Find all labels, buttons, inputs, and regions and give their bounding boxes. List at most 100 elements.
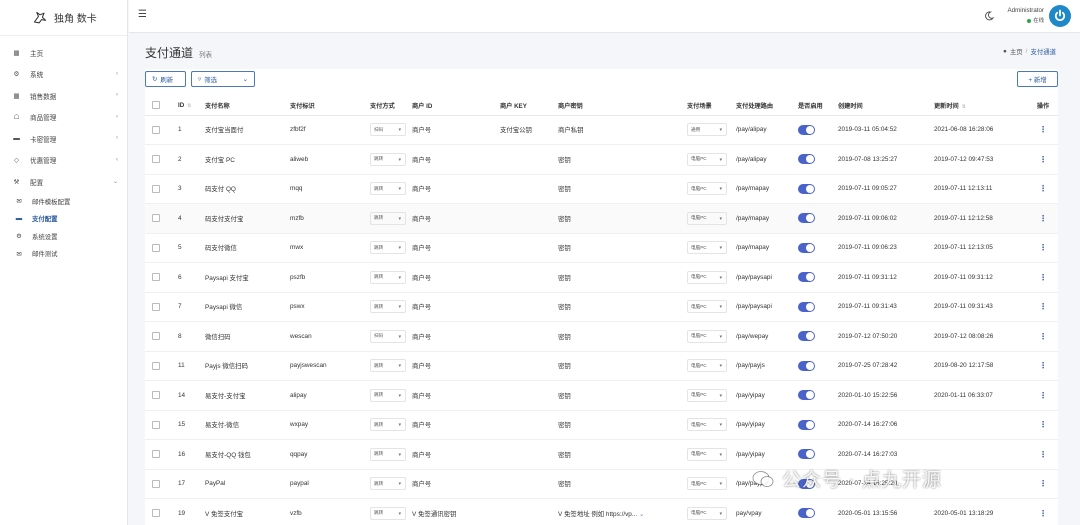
scene-select[interactable]: 电脑PC ▼ [687,388,727,402]
row-checkbox[interactable] [152,361,160,370]
row-select-cell[interactable] [145,262,178,293]
row-select-cell[interactable] [145,203,178,234]
sidebar-item-5[interactable]: ◇ 优惠管理 ‹ [0,150,127,172]
select-all-checkbox[interactable] [152,101,160,110]
row-actions-icon[interactable]: ⋮ [1028,233,1058,263]
sidebar-subitem-3[interactable]: ✉ 邮件测试 [0,245,127,263]
method-select[interactable]: 跳转 ▼ [370,270,406,284]
method-select[interactable]: 跳转 ▼ [370,241,406,255]
scene-select[interactable]: 电脑PC ▼ [687,211,727,225]
row-actions-icon[interactable]: ⋮ [1028,144,1058,175]
enabled-toggle[interactable] [798,419,815,430]
filter-button[interactable]: ▿ 筛选 ⌄ [191,71,255,87]
row-select-cell[interactable] [145,144,178,175]
method-select[interactable]: 扫码 ▼ [370,329,406,343]
sidebar-item-3[interactable]: ☖ 商品管理 ‹ [0,107,127,129]
breadcrumb-home[interactable]: 主页 [1010,47,1023,56]
brand[interactable]: 独角 数卡 [0,0,127,36]
row-select-cell[interactable] [145,321,178,352]
method-select[interactable]: 跳转 ▼ [370,211,406,225]
row-checkbox[interactable] [152,332,160,341]
row-checkbox[interactable] [152,420,160,429]
row-actions-icon[interactable]: ⋮ [1028,380,1058,411]
table-row[interactable]: 14 易支付-支付宝 alipay 跳转 ▼ 商户号 密钥 电脑PC ▼ /pay/yipay 20… [145,380,1058,411]
enabled-toggle[interactable] [798,242,815,253]
enabled-toggle[interactable] [798,154,815,165]
enabled-toggle[interactable] [798,449,815,460]
method-select[interactable]: 跳转 ▼ [370,418,406,432]
row-actions-icon[interactable]: ⋮ [1028,469,1058,499]
row-select-cell[interactable] [145,498,178,525]
method-select[interactable]: 跳转 ▼ [370,506,406,520]
table-row[interactable]: 4 码支付支付宝 mzfb 跳转 ▼ 商户号 密钥 电脑PC ▼ /pay/mapay 2019-0… [145,203,1058,234]
scene-select[interactable]: 电脑PC ▼ [687,182,727,196]
scene-select[interactable]: 电脑PC ▼ [687,300,727,314]
sidebar-item-1[interactable]: ⚙ 系统 ‹ [0,64,127,86]
row-select-cell[interactable] [145,233,178,263]
row-checkbox[interactable] [152,184,160,193]
sidebar-item-6[interactable]: ⚒ 配置 ⌄ [0,171,127,193]
moon-icon[interactable] [984,11,994,21]
table-row[interactable]: 1 支付宝当面付 zfbf2f 扫码 ▼ 商户号 支付宝公钥 商户私钥 通用 ▼ /pay/alip… [145,115,1058,145]
scene-select[interactable]: 电脑PC ▼ [687,418,727,432]
row-select-cell[interactable] [145,469,178,499]
enabled-toggle[interactable] [798,124,815,135]
col-updated[interactable]: 更新时间 ⇅ [934,96,1028,116]
table-row[interactable]: 5 码支付微信 mwx 跳转 ▼ 商户号 密钥 电脑PC ▼ /pay/mapay 2019-07-… [145,233,1058,263]
enabled-toggle[interactable] [798,213,815,224]
row-actions-icon[interactable]: ⋮ [1028,321,1058,352]
table-row[interactable]: 19 V 免签支付宝 vzfb 跳转 ▼ V 免签通讯密钥 V 免签地址 例如 https:… [145,498,1058,525]
row-actions-icon[interactable]: ⋮ [1028,498,1058,525]
table-row[interactable]: 8 微信扫码 wescan 扫码 ▼ 商户号 密钥 电脑PC ▼ /pay/wepay 2019-0… [145,321,1058,352]
row-checkbox[interactable] [152,509,160,518]
row-checkbox[interactable] [152,391,160,400]
row-checkbox[interactable] [152,214,160,223]
hamburger-menu-icon[interactable]: ☰ [138,9,147,20]
enabled-toggle[interactable] [798,390,815,401]
enabled-toggle[interactable] [798,272,815,283]
sidebar-item-2[interactable]: ▦ 销售数据 ‹ [0,85,127,107]
method-select[interactable]: 跳转 ▼ [370,447,406,461]
row-actions-icon[interactable]: ⋮ [1028,174,1058,204]
row-actions-icon[interactable]: ⋮ [1028,262,1058,293]
scene-select[interactable]: 电脑PC ▼ [687,152,727,166]
enabled-toggle[interactable] [798,301,815,312]
chevron-down-icon[interactable]: ⌄ [639,511,644,518]
col-id[interactable]: ID ⇅ [178,96,205,116]
scene-select[interactable]: 通用 ▼ [687,123,727,137]
sidebar-item-0[interactable]: ▦ 主页 [0,42,127,64]
sort-icon[interactable]: ⇅ [187,103,191,109]
select-all-cell[interactable] [145,96,178,116]
row-select-cell[interactable] [145,292,178,322]
scene-select[interactable]: 电脑PC ▼ [687,506,727,520]
enabled-toggle[interactable] [798,508,815,519]
row-actions-icon[interactable]: ⋮ [1028,203,1058,234]
sidebar-item-4[interactable]: ▬ 卡密管理 ‹ [0,128,127,150]
row-checkbox[interactable] [152,273,160,282]
row-select-cell[interactable] [145,351,178,381]
table-row[interactable]: 7 Paysapi 微信 pswx 跳转 ▼ 商户号 密钥 电脑PC ▼ /pay/paysapi… [145,292,1058,322]
row-select-cell[interactable] [145,410,178,440]
method-select[interactable]: 跳转 ▼ [370,477,406,491]
enabled-toggle[interactable] [798,331,815,342]
sidebar-subitem-2[interactable]: ⚙ 系统设置 [0,228,127,246]
enabled-toggle[interactable] [798,183,815,194]
row-actions-icon[interactable]: ⋮ [1028,410,1058,440]
scene-select[interactable]: 电脑PC ▼ [687,270,727,284]
row-checkbox[interactable] [152,479,160,488]
row-select-cell[interactable] [145,115,178,145]
table-row[interactable]: 2 支付宝 PC aliweb 跳转 ▼ 商户号 密钥 电脑PC ▼ /pay/alipay 201… [145,144,1058,175]
row-checkbox[interactable] [152,302,160,311]
row-checkbox[interactable] [152,243,160,252]
method-select[interactable]: 跳转 ▼ [370,300,406,314]
user-info[interactable]: Administrator 在线 [1008,7,1044,24]
scene-select[interactable]: 电脑PC ▼ [687,359,727,373]
row-checkbox[interactable] [152,450,160,459]
refresh-button[interactable]: ↻ 刷新 [145,71,186,87]
scene-select[interactable]: 电脑PC ▼ [687,447,727,461]
method-select[interactable]: 跳转 ▼ [370,152,406,166]
method-select[interactable]: 扫码 ▼ [370,123,406,137]
avatar[interactable] [1049,5,1071,27]
row-select-cell[interactable] [145,439,178,470]
scene-select[interactable]: 电脑PC ▼ [687,241,727,255]
